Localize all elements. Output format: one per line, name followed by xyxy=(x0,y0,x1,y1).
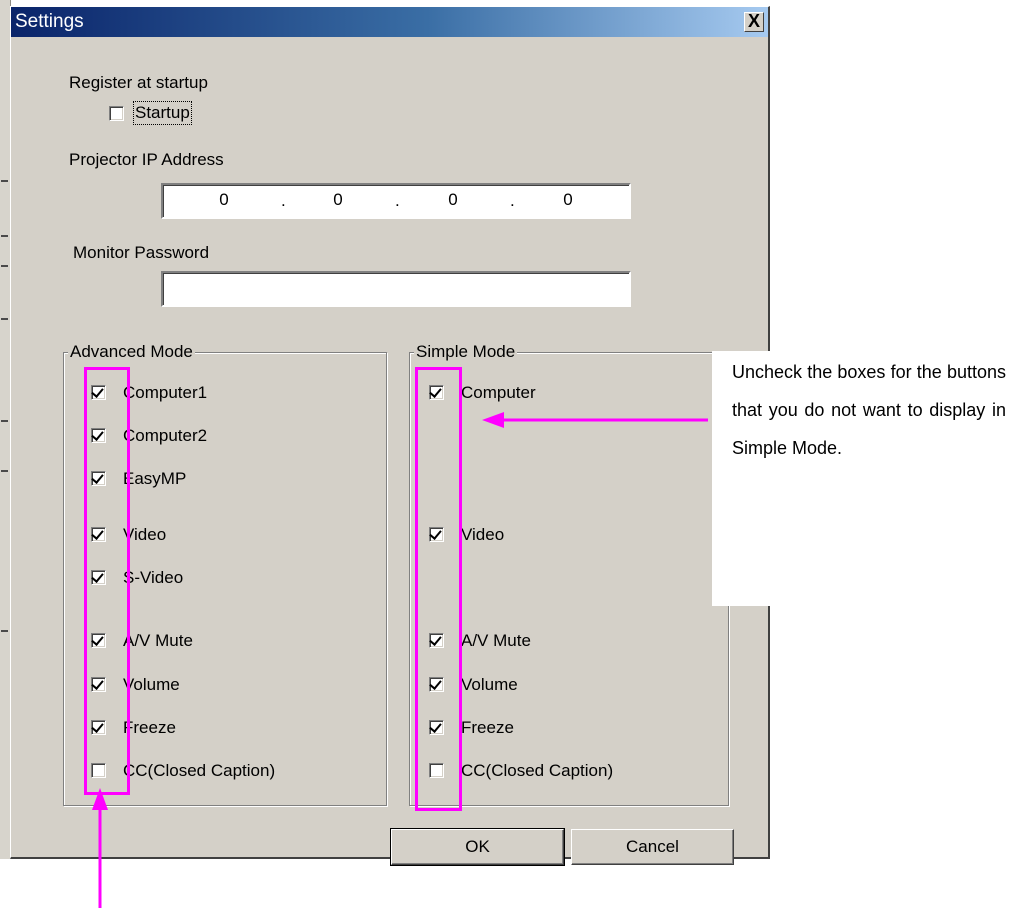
annotation-arrows xyxy=(92,412,708,908)
arrow-to-simple-mode xyxy=(482,412,708,428)
arrow-to-advanced-mode xyxy=(92,788,108,908)
